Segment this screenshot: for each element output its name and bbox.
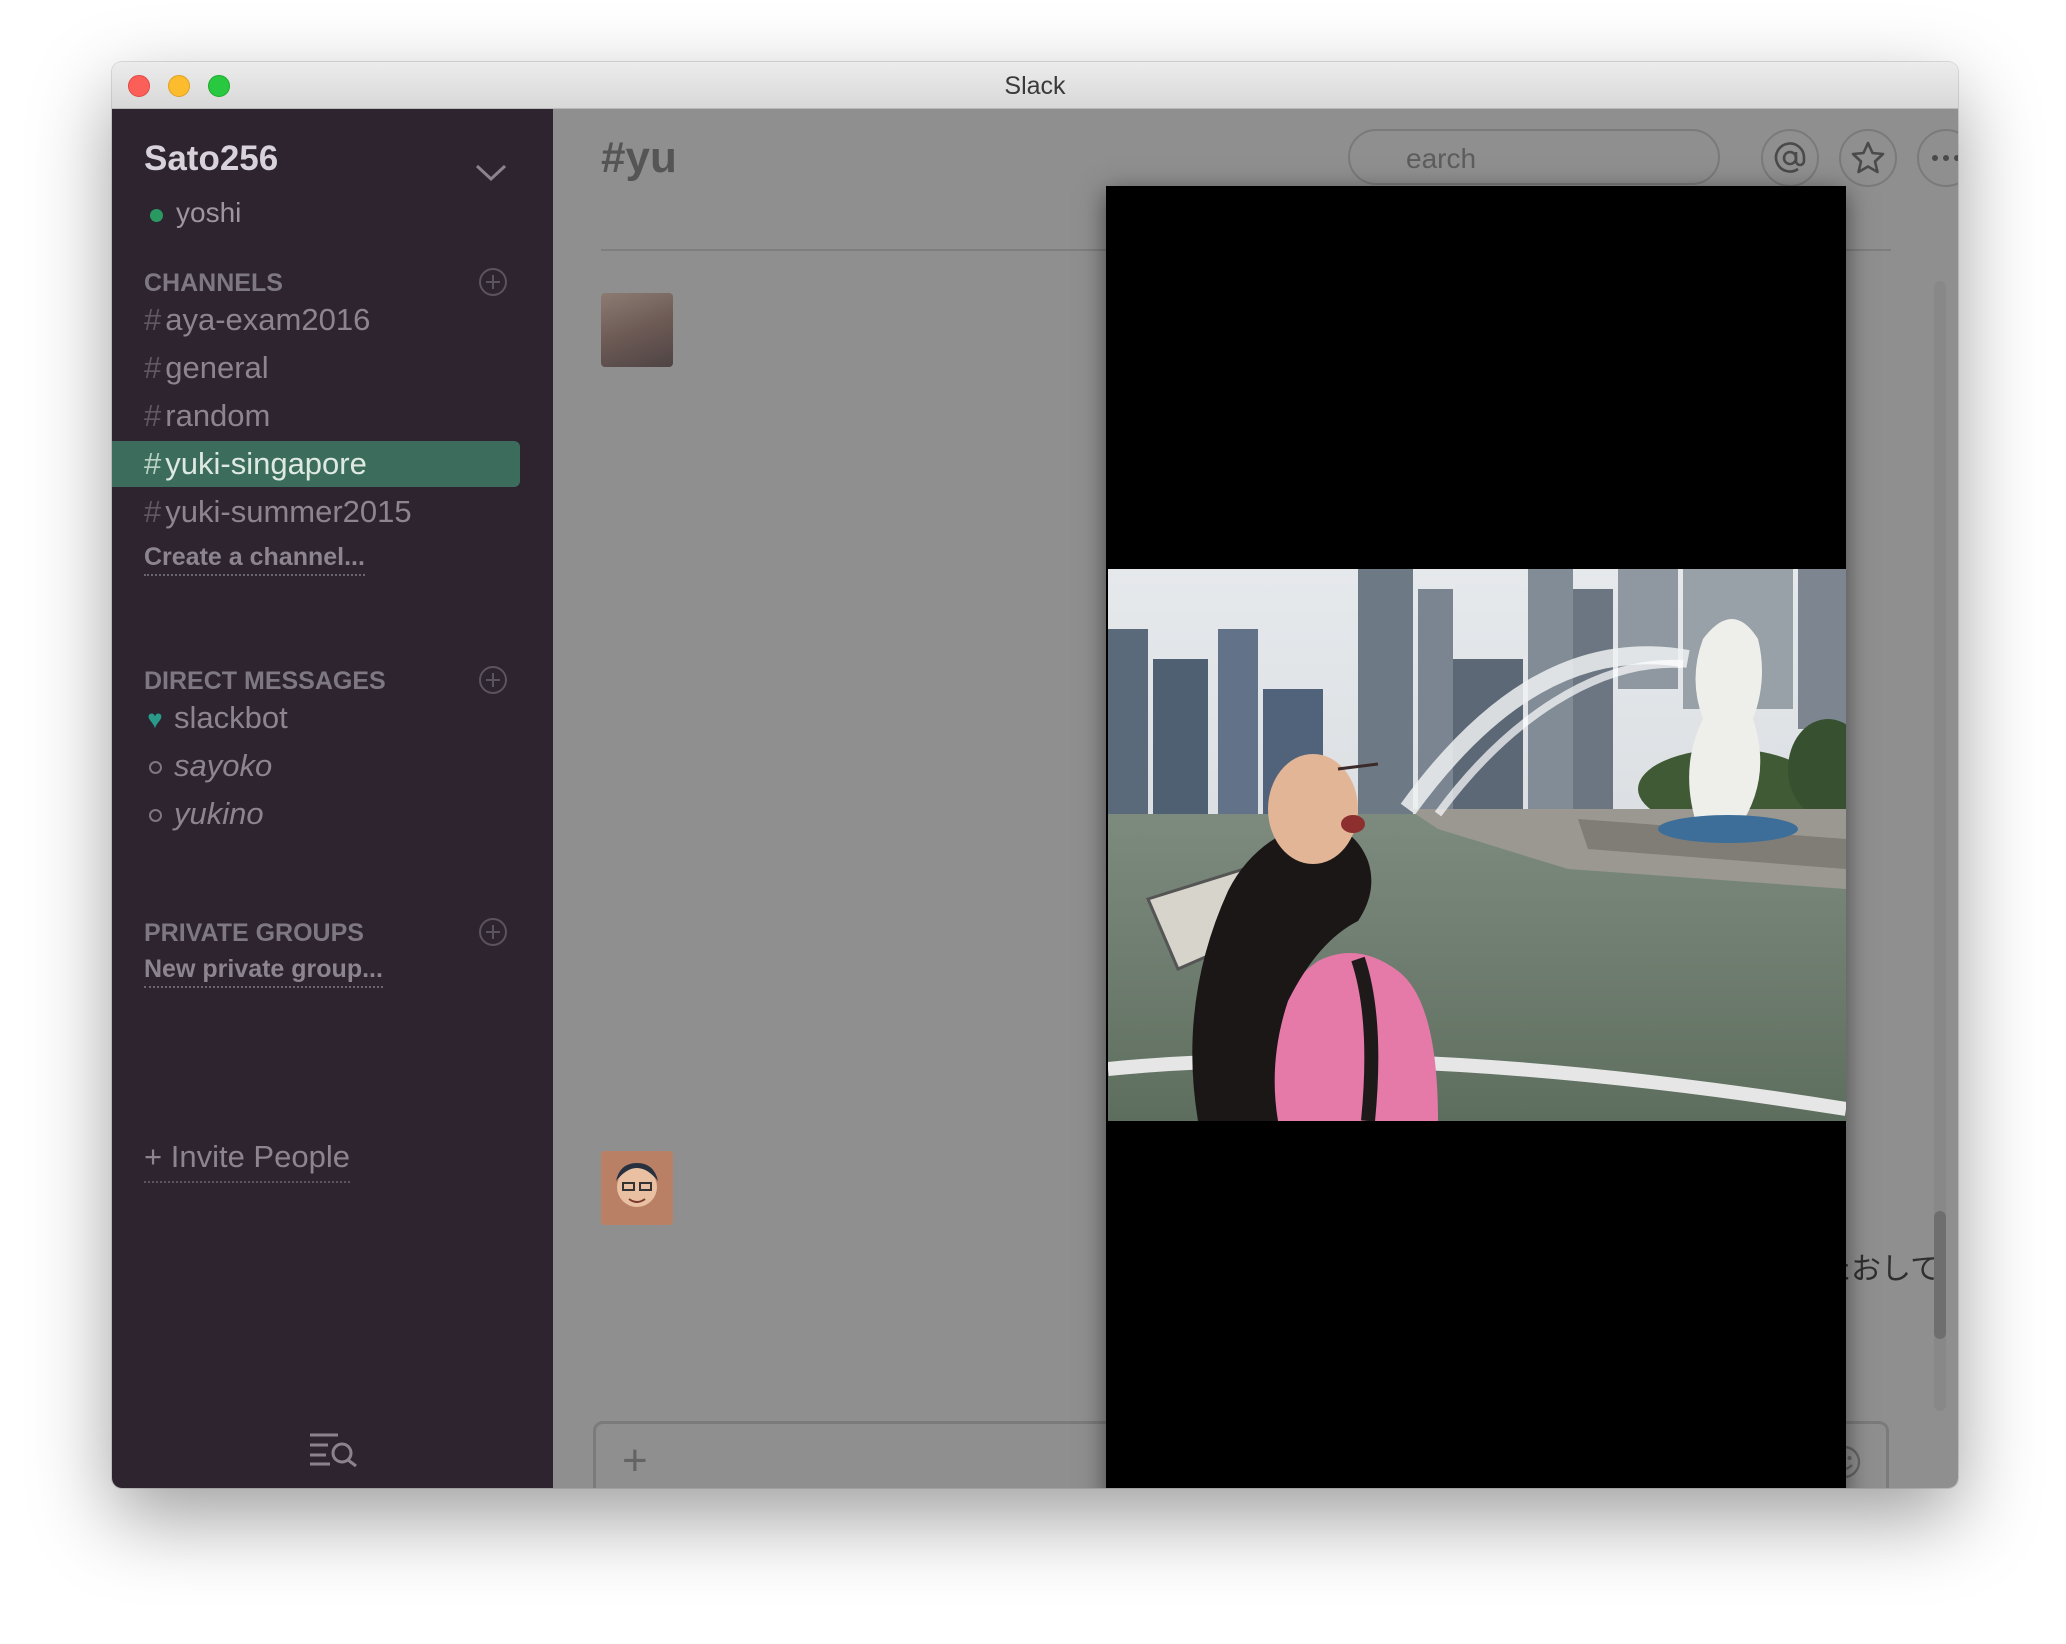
new-private-group-link[interactable]: New private group... xyxy=(144,955,383,988)
direct-messages-section-title[interactable]: DIRECT MESSAGES xyxy=(144,667,386,696)
dm-item-sayoko[interactable]: sayoko xyxy=(144,743,272,789)
add-direct-message-icon[interactable] xyxy=(478,665,507,694)
title-bar[interactable]: Slack xyxy=(112,62,1958,109)
channel-label: yuki-summer2015 xyxy=(165,494,412,529)
avatar[interactable] xyxy=(601,1151,673,1225)
channel-label: yuki-singapore xyxy=(165,446,367,481)
search-input[interactable]: earch xyxy=(1348,129,1720,185)
channel-item-active[interactable]: # yuki-singapore xyxy=(112,441,520,487)
channel-item[interactable]: # yuki-summer2015 xyxy=(112,489,520,535)
channel-title[interactable]: #yu xyxy=(601,133,677,183)
hash-icon: # xyxy=(144,302,162,337)
image-viewer-overlay[interactable] xyxy=(1106,186,1846,1488)
add-channel-icon[interactable] xyxy=(478,267,507,296)
create-channel-link[interactable]: Create a channel... xyxy=(144,543,365,576)
photo-merlion xyxy=(1108,569,1846,1121)
chevron-down-icon[interactable] xyxy=(474,161,507,183)
window-title: Slack xyxy=(1004,72,1066,100)
dm-label: sayoko xyxy=(174,748,273,783)
main-pane: #yu earch )。定額制だから、使いたおして + xyxy=(553,109,1958,1488)
slack-window: Slack Sato256 yoshi CHANNELS # aya-exam20… xyxy=(112,62,1958,1488)
channel-label: general xyxy=(165,350,269,385)
add-private-group-icon[interactable] xyxy=(478,917,507,946)
hash-icon: # xyxy=(144,350,162,385)
heart-icon: ♥ xyxy=(147,704,163,734)
channel-label: aya-exam2016 xyxy=(165,302,371,337)
presence-online-icon xyxy=(150,209,163,222)
mentions-button[interactable] xyxy=(1761,129,1819,187)
more-actions-button[interactable] xyxy=(1917,129,1958,187)
attach-plus-button[interactable]: + xyxy=(622,1436,648,1486)
dm-label: slackbot xyxy=(174,700,288,735)
message-image-thumbnail[interactable] xyxy=(601,293,673,367)
sidebar: Sato256 yoshi CHANNELS # aya-exam2016 # ge… xyxy=(112,109,553,1488)
ellipsis-icon xyxy=(1931,154,1958,162)
current-user-name: yoshi xyxy=(176,197,242,228)
search-placeholder: earch xyxy=(1406,143,1477,174)
dm-label: yukino xyxy=(174,796,264,831)
invite-people-link[interactable]: + Invite People xyxy=(144,1139,350,1183)
away-status-icon xyxy=(144,791,166,837)
star-icon xyxy=(1850,140,1886,176)
channel-item[interactable]: # aya-exam2016 xyxy=(112,297,520,343)
at-sign-icon xyxy=(1773,141,1807,175)
channel-label: random xyxy=(165,398,271,433)
team-name[interactable]: Sato256 xyxy=(144,139,278,179)
list-search-icon[interactable] xyxy=(308,1429,360,1468)
dm-item-slackbot[interactable]: ♥ slackbot xyxy=(144,695,288,741)
channel-item[interactable]: # general xyxy=(112,345,520,391)
channels-section-title[interactable]: CHANNELS xyxy=(144,269,283,298)
hash-icon: # xyxy=(144,446,162,481)
dm-item-yukino[interactable]: yukino xyxy=(144,791,264,837)
hash-icon: # xyxy=(144,398,162,433)
scrollbar-thumb[interactable] xyxy=(1934,1211,1946,1339)
channel-item[interactable]: # random xyxy=(112,393,520,439)
away-status-icon xyxy=(144,743,166,789)
private-groups-section-title[interactable]: PRIVATE GROUPS xyxy=(144,919,364,948)
hash-icon: # xyxy=(144,494,162,529)
starred-button[interactable] xyxy=(1839,129,1897,187)
